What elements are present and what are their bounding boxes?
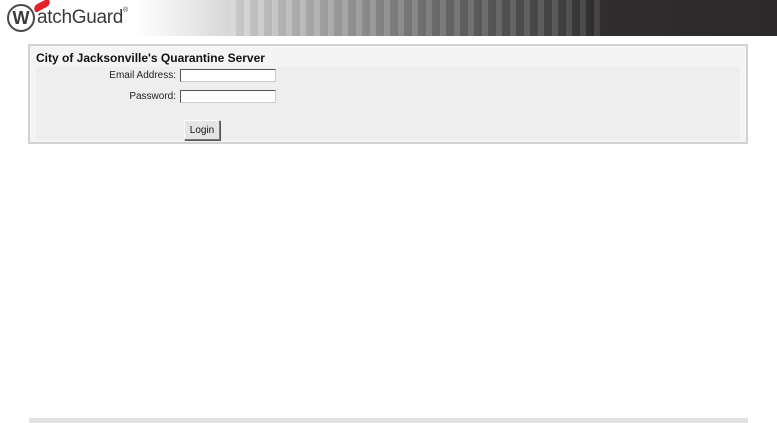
logo-letter: W (12, 8, 30, 28)
footer-bar (29, 418, 748, 423)
watchguard-logo: W atchGuard ® (7, 3, 128, 33)
email-field[interactable] (180, 69, 276, 82)
logo-registered-mark: ® (123, 7, 129, 14)
top-banner: W atchGuard ® (0, 0, 777, 36)
panel-title: City of Jacksonville's Quarantine Server (36, 51, 265, 65)
logo-wordmark: atchGuard (37, 7, 124, 28)
banner-stripes (230, 0, 600, 36)
login-button[interactable]: Login (184, 120, 220, 140)
password-label: Password: (129, 91, 176, 102)
email-label: Email Address: (109, 70, 176, 81)
logo-w-badge-icon: W (7, 4, 35, 32)
login-panel: City of Jacksonville's Quarantine Server… (28, 44, 748, 144)
login-form: Email Address: Password: Login (36, 67, 740, 140)
password-field[interactable] (180, 90, 276, 103)
